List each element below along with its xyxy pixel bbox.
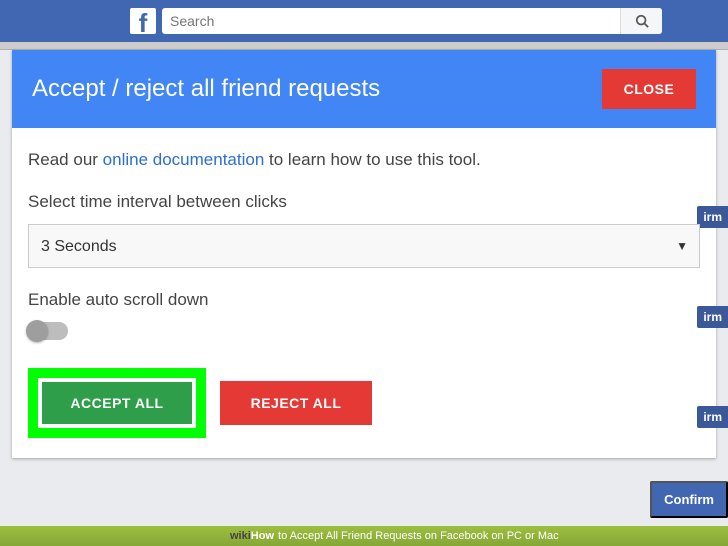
- panel-title: Accept / reject all friend requests: [32, 75, 380, 103]
- wikihow-footer: wikiHow to Accept All Friend Requests on…: [0, 526, 728, 546]
- tool-panel: Accept / reject all friend requests CLOS…: [12, 50, 716, 458]
- facebook-logo-icon[interactable]: f: [130, 8, 156, 34]
- close-button[interactable]: CLOSE: [602, 69, 696, 109]
- intro-tail: to learn how to use this tool.: [264, 150, 480, 169]
- reject-all-button[interactable]: REJECT ALL: [220, 381, 372, 425]
- panel-header: Accept / reject all friend requests CLOS…: [12, 50, 716, 128]
- confirm-button[interactable]: Confirm: [650, 481, 728, 518]
- intro-lead: Read our: [28, 150, 103, 169]
- documentation-link[interactable]: online documentation: [103, 150, 265, 169]
- wiki-text: wiki: [230, 530, 251, 542]
- search-container: [162, 8, 662, 34]
- interval-select[interactable]: 3 Seconds: [28, 224, 700, 268]
- how-text: How: [251, 530, 274, 542]
- facebook-topbar: f: [0, 0, 728, 42]
- accept-all-button[interactable]: ACCEPT ALL: [38, 378, 196, 428]
- intro-text: Read our online documentation to learn h…: [28, 150, 700, 170]
- panel-body: Read our online documentation to learn h…: [12, 128, 716, 458]
- highlight-box: ACCEPT ALL: [28, 368, 206, 438]
- auto-scroll-toggle[interactable]: [28, 322, 68, 340]
- toggle-knob: [26, 320, 48, 342]
- action-buttons: ACCEPT ALL REJECT ALL: [28, 368, 700, 438]
- confirm-pill: irm: [697, 306, 728, 328]
- search-button[interactable]: [620, 8, 662, 34]
- interval-label: Select time interval between clicks: [28, 192, 700, 212]
- interval-select-row: 3 Seconds ▼: [28, 224, 700, 268]
- separator: [0, 42, 728, 50]
- search-input[interactable]: [162, 8, 620, 34]
- search-icon: [635, 14, 649, 28]
- confirm-pill: irm: [697, 206, 728, 228]
- article-title: to Accept All Friend Requests on Faceboo…: [278, 530, 559, 542]
- confirm-pill: irm: [697, 406, 728, 428]
- scroll-label: Enable auto scroll down: [28, 290, 700, 310]
